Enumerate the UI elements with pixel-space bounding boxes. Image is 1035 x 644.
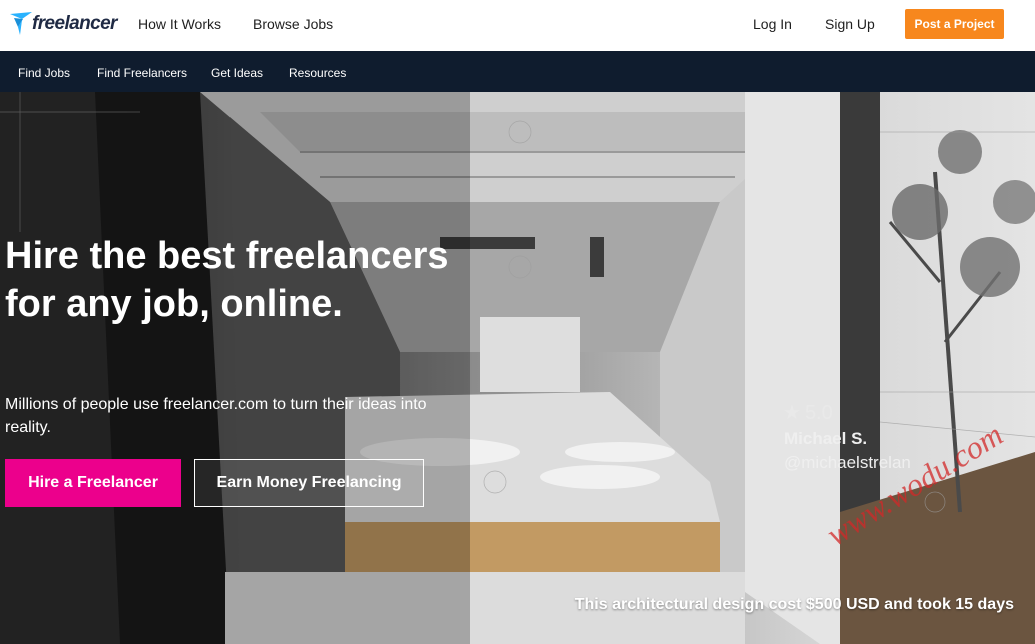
secondary-nav: Find Jobs Find Freelancers Get Ideas Res… (0, 51, 1035, 92)
earn-money-button[interactable]: Earn Money Freelancing (194, 459, 424, 507)
top-header: freelancer How It Works Browse Jobs Log … (0, 0, 1035, 51)
hero-section: Hire the best freelancers for any job, o… (0, 92, 1035, 644)
hero-background-image (0, 92, 1035, 644)
designer-handle[interactable]: @michaelstrelan (784, 453, 911, 473)
subnav-find-jobs[interactable]: Find Jobs (18, 66, 70, 80)
hire-freelancer-button[interactable]: Hire a Freelancer (5, 459, 181, 507)
designer-name[interactable]: Michael S. (784, 429, 867, 449)
signup-link[interactable]: Sign Up (825, 16, 875, 32)
login-link[interactable]: Log In (753, 16, 792, 32)
post-project-button[interactable]: Post a Project (905, 9, 1004, 39)
project-rating: ★ 5.0 (783, 400, 833, 425)
bird-logo-icon (10, 12, 32, 35)
subnav-find-freelancers[interactable]: Find Freelancers (97, 66, 187, 80)
hero-subtitle: Millions of people use freelancer.com to… (5, 396, 427, 436)
subnav-resources[interactable]: Resources (289, 66, 346, 80)
rating-value: 5.0 (804, 402, 833, 424)
subnav-get-ideas[interactable]: Get Ideas (211, 66, 263, 80)
freelancer-logo[interactable]: freelancer (8, 9, 120, 39)
star-icon: ★ (783, 402, 801, 424)
project-caption: This architectural design cost $500 USD … (574, 596, 1014, 613)
hero-title: Hire the best freelancers for any job, o… (5, 235, 449, 325)
logo-text: freelancer (32, 13, 117, 34)
nav-browse-jobs[interactable]: Browse Jobs (253, 16, 333, 32)
nav-how-it-works[interactable]: How It Works (138, 16, 221, 32)
